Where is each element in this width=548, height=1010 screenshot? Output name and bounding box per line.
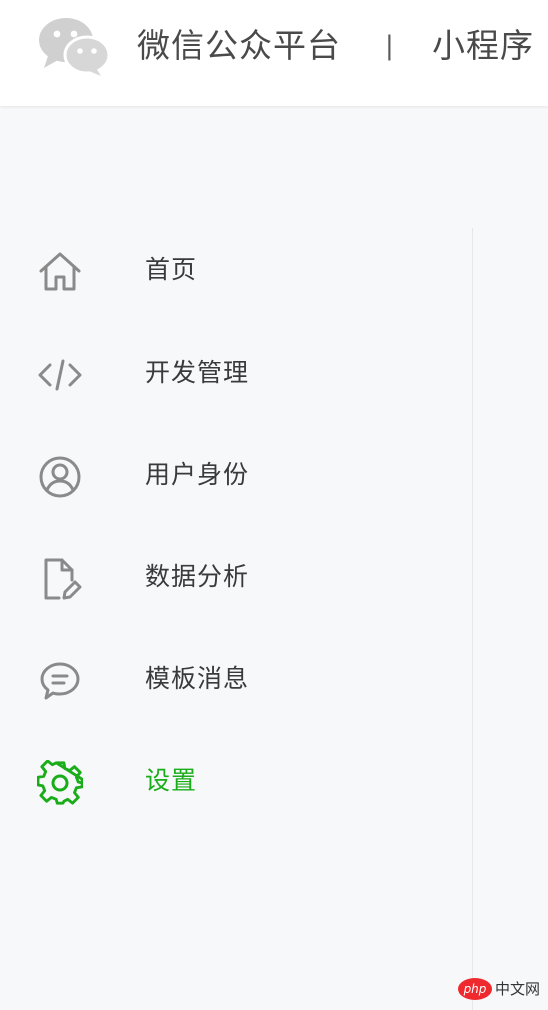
sidebar-item-label: 模板消息 <box>145 664 250 693</box>
sidebar-item-label: 首页 <box>145 255 198 284</box>
sidebar-divider <box>472 228 473 1010</box>
code-icon <box>37 352 83 398</box>
watermark-text: 中文网 <box>494 980 540 998</box>
wechat-logo-icon[interactable] <box>38 16 111 76</box>
platform-title[interactable]: 微信公众平台 <box>137 24 341 68</box>
php-cn-watermark: php 中文网 <box>457 976 540 1002</box>
product-title: 小程序 <box>432 26 534 65</box>
sidebar-item-label: 数据分析 <box>145 562 250 591</box>
sidebar-item-template-message[interactable]: 模板消息 <box>0 639 472 719</box>
chat-bubble-icon <box>37 658 83 704</box>
sidebar-item-data-analysis[interactable]: 数据分析 <box>0 537 472 617</box>
sidebar-item-dev-management[interactable]: 开发管理 <box>0 333 472 413</box>
home-icon <box>37 249 83 295</box>
sidebar-item-user-identity[interactable]: 用户身份 <box>0 435 472 515</box>
document-edit-icon <box>37 556 83 602</box>
sidebar-item-label: 用户身份 <box>145 460 250 489</box>
sidebar-item-home[interactable]: 首页 <box>0 230 472 310</box>
sidebar-item-settings[interactable]: 设置 <box>0 741 472 821</box>
title-divider: | <box>385 31 394 61</box>
watermark-badge: php <box>457 978 492 1000</box>
sidebar-item-label: 设置 <box>145 766 198 795</box>
gear-icon <box>37 760 83 806</box>
sidebar-item-label: 开发管理 <box>145 358 250 387</box>
user-circle-icon <box>37 454 83 500</box>
top-header: 微信公众平台 | 小程序 <box>0 0 548 106</box>
